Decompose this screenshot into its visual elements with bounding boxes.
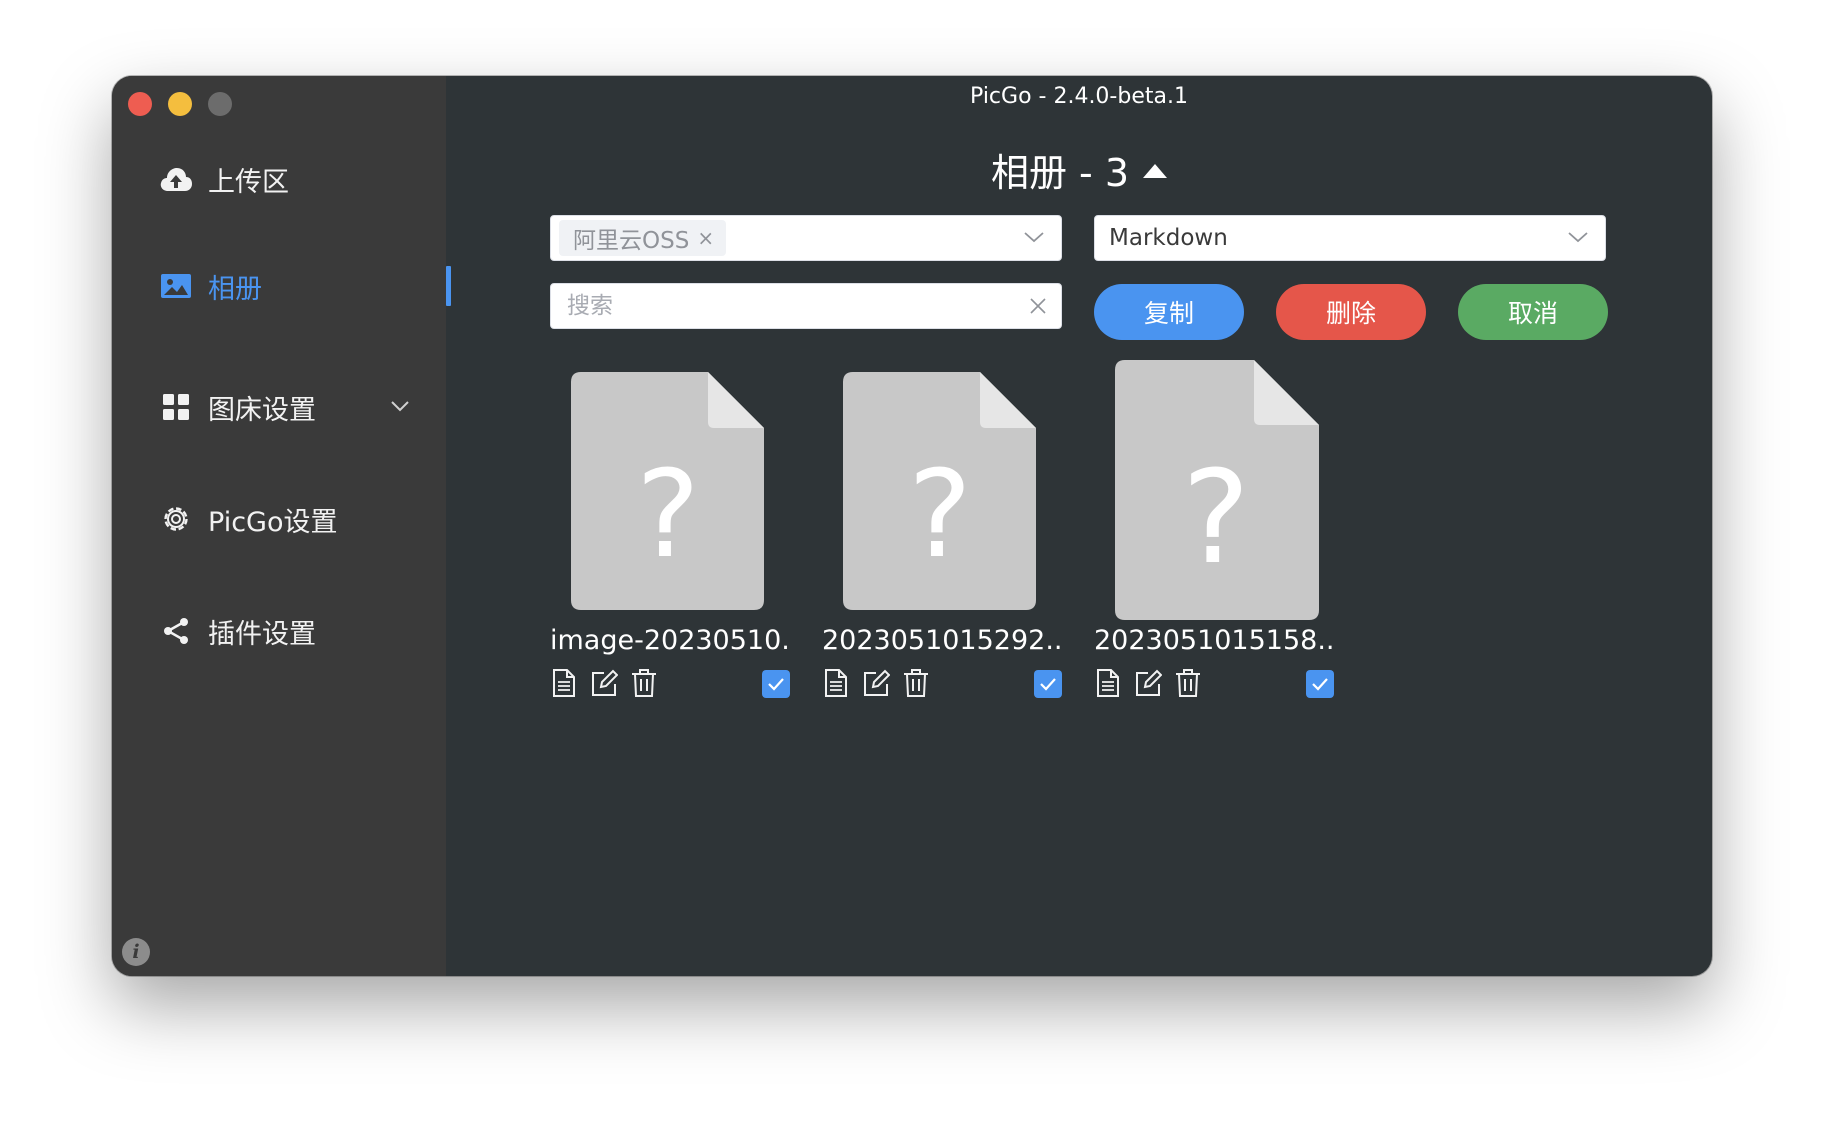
sidebar-item-picgo-settings[interactable]: PicGo设置 <box>158 499 337 539</box>
sidebar-item-gallery[interactable]: 相册 <box>158 266 262 306</box>
gallery-item: ? image-20230510... <box>550 370 790 710</box>
missing-image-icon[interactable]: ? <box>822 370 1062 620</box>
search-input[interactable] <box>565 285 1009 327</box>
format-select[interactable]: Markdown <box>1094 215 1606 261</box>
gear-icon <box>158 501 194 537</box>
search-field <box>550 283 1062 329</box>
picbed-tag-label: 阿里云OSS <box>573 228 690 254</box>
picbed-tag: 阿里云OSS × <box>559 220 727 256</box>
cancel-button[interactable]: 取消 <box>1458 284 1608 340</box>
share-icon <box>158 613 194 649</box>
sidebar-item-upload[interactable]: 上传区 <box>158 159 289 199</box>
cloud-upload-icon <box>158 161 194 197</box>
active-indicator <box>446 266 451 306</box>
edit-icon[interactable] <box>590 668 618 698</box>
close-window-button[interactable] <box>128 92 152 116</box>
trash-icon[interactable] <box>630 668 658 698</box>
gallery-item: ? 2023051015158... <box>1094 360 1334 710</box>
caret-up-icon[interactable] <box>1143 163 1168 178</box>
clear-icon[interactable] <box>1029 297 1047 315</box>
copy-button[interactable]: 复制 <box>1094 284 1244 340</box>
format-select-value: Markdown <box>1109 225 1228 251</box>
select-checkbox[interactable] <box>1034 670 1062 698</box>
delete-button[interactable]: 删除 <box>1276 284 1426 340</box>
document-icon[interactable] <box>822 668 850 698</box>
sidebar-item-label: 上传区 <box>208 166 289 198</box>
app-window: 上传区 相册 图床设置 PicGo设置 插件设置 i PicGo - 2.4.0… <box>112 76 1712 976</box>
image-icon <box>158 268 194 304</box>
chevron-down-icon <box>1024 232 1044 243</box>
info-icon[interactable]: i <box>122 938 150 966</box>
grid-icon <box>158 389 194 425</box>
gallery-heading: 相册 - 3 <box>446 142 1712 197</box>
sidebar-item-picbed-settings[interactable]: 图床设置 <box>158 387 316 427</box>
sidebar: 上传区 相册 图床设置 PicGo设置 插件设置 i <box>112 76 451 976</box>
document-icon[interactable] <box>550 668 578 698</box>
sidebar-item-label: 图床设置 <box>208 394 316 426</box>
minimize-window-button[interactable] <box>168 92 192 116</box>
edit-icon[interactable] <box>862 668 890 698</box>
select-checkbox[interactable] <box>1306 670 1334 698</box>
edit-icon[interactable] <box>1134 668 1162 698</box>
trash-icon[interactable] <box>1174 668 1202 698</box>
window-controls <box>128 92 232 116</box>
sidebar-item-label: 相册 <box>208 273 262 305</box>
item-actions <box>822 668 1062 700</box>
document-icon[interactable] <box>1094 668 1122 698</box>
sidebar-item-label: 插件设置 <box>208 618 316 650</box>
missing-image-icon[interactable]: ? <box>550 370 790 620</box>
item-actions <box>1094 668 1334 700</box>
chevron-down-icon[interactable] <box>388 394 412 418</box>
chevron-down-icon <box>1568 232 1588 243</box>
gallery-item: ? 2023051015292... <box>822 370 1062 710</box>
close-icon[interactable]: × <box>697 226 714 250</box>
select-checkbox[interactable] <box>762 670 790 698</box>
check-icon <box>768 678 784 691</box>
item-actions <box>550 668 790 700</box>
file-name: image-20230510... <box>550 625 790 656</box>
window-title: PicGo - 2.4.0-beta.1 <box>970 84 1188 109</box>
trash-icon[interactable] <box>902 668 930 698</box>
svg-text:?: ? <box>908 446 972 585</box>
sidebar-item-label: PicGo设置 <box>208 506 338 538</box>
maximize-window-button[interactable] <box>208 92 232 116</box>
file-name: 2023051015292... <box>822 625 1062 656</box>
svg-text:?: ? <box>636 446 700 585</box>
check-icon <box>1040 678 1056 691</box>
missing-image-icon[interactable]: ? <box>1094 358 1334 620</box>
page-title: 相册 - 3 <box>990 151 1130 195</box>
check-icon <box>1312 678 1328 691</box>
sidebar-item-plugin-settings[interactable]: 插件设置 <box>158 611 316 651</box>
svg-text:?: ? <box>1182 444 1250 593</box>
picbed-filter-select[interactable]: 阿里云OSS × <box>550 215 1062 261</box>
file-name: 2023051015158... <box>1094 625 1334 656</box>
